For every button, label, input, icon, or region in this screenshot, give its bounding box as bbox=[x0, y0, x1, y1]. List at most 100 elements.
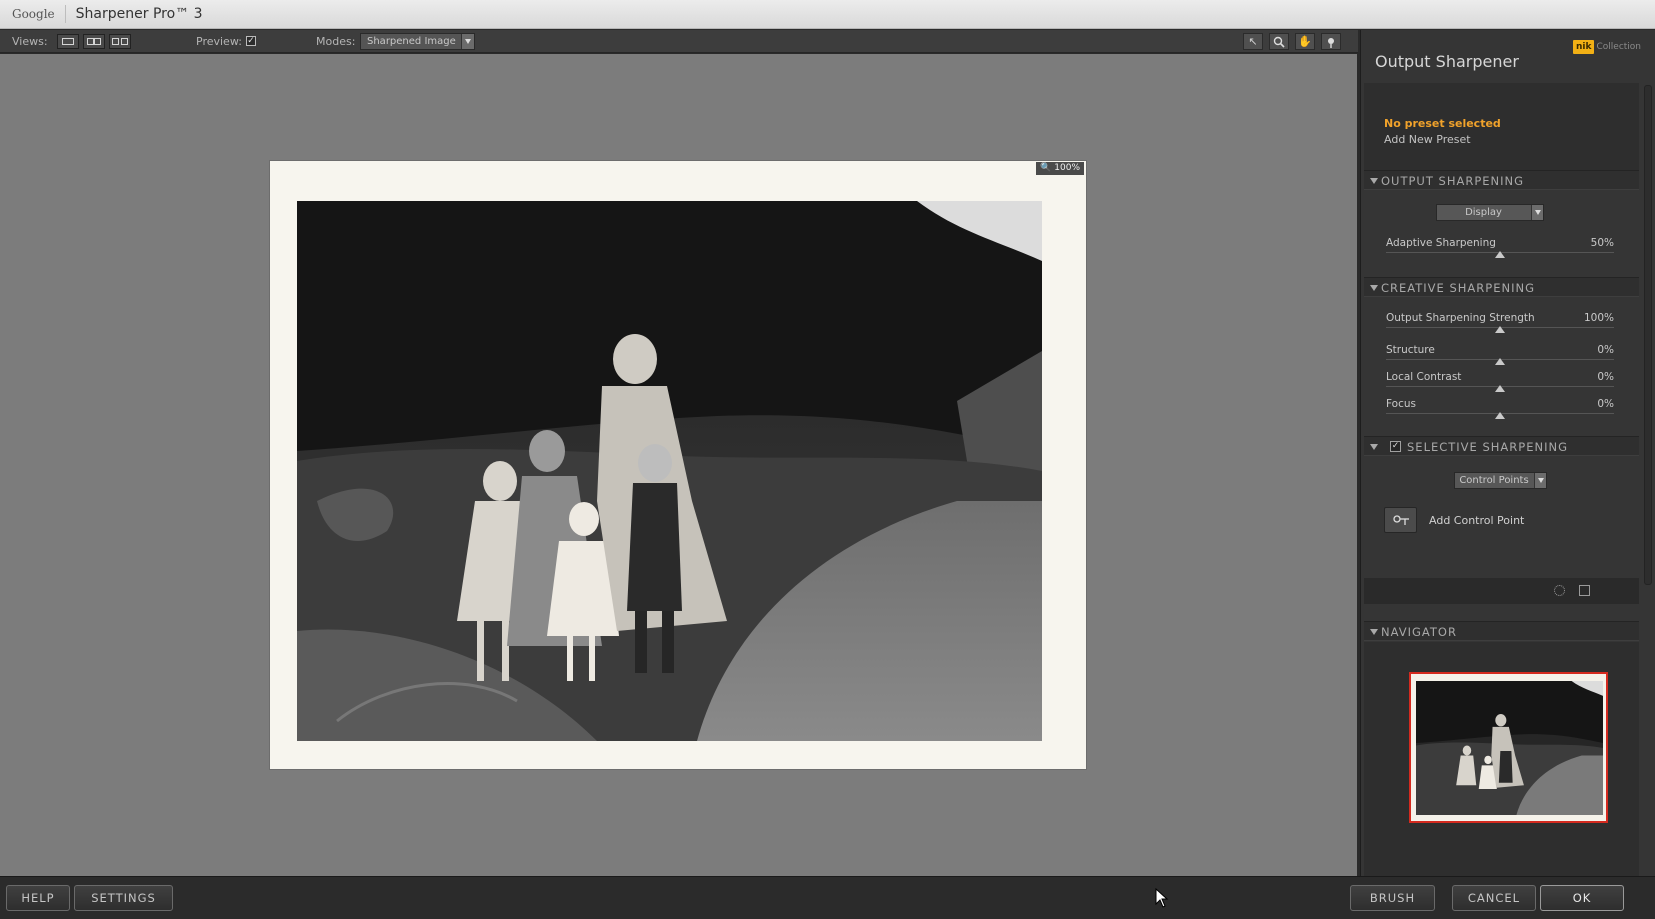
slider-thumb[interactable] bbox=[1495, 358, 1505, 365]
output-sharpener-panel: nik Collection Output Sharpener No prese… bbox=[1360, 30, 1655, 876]
slider-value: 0% bbox=[1597, 344, 1614, 356]
slider-label: Output Sharpening Strength bbox=[1386, 312, 1535, 324]
views-label: Views: bbox=[12, 35, 48, 48]
local-contrast-slider[interactable]: Local Contrast 0% bbox=[1386, 371, 1614, 395]
preview-checkbox[interactable]: ✓ bbox=[246, 36, 256, 46]
single-view-button[interactable] bbox=[57, 34, 79, 49]
collapse-triangle-icon bbox=[1370, 444, 1378, 450]
zoom-badge: 🔍 100% bbox=[1036, 162, 1084, 175]
hand-tool-button[interactable]: ✋ bbox=[1295, 33, 1315, 50]
adaptive-sharpening-slider[interactable]: Adaptive Sharpening 50% bbox=[1386, 237, 1614, 261]
slider-label: Structure bbox=[1386, 344, 1435, 356]
chevron-down-icon bbox=[461, 34, 474, 49]
side-by-side-view-button[interactable] bbox=[109, 34, 131, 49]
focus-slider[interactable]: Focus 0% bbox=[1386, 398, 1614, 422]
selective-sharpening-checkbox[interactable]: ✓ bbox=[1390, 441, 1401, 452]
zoom-tool-button[interactable] bbox=[1269, 33, 1289, 50]
selection-icon[interactable] bbox=[1554, 585, 1565, 596]
output-sharpening-header[interactable]: OUTPUT SHARPENING bbox=[1364, 170, 1639, 190]
collapse-triangle-icon bbox=[1370, 285, 1378, 291]
photo-image bbox=[297, 201, 1042, 741]
brush-button[interactable]: BRUSH bbox=[1350, 885, 1435, 911]
control-point-icon bbox=[1328, 38, 1334, 48]
family-photo-image bbox=[297, 201, 1042, 741]
modes-value: Sharpened Image bbox=[367, 36, 456, 47]
navigator-header[interactable]: NAVIGATOR bbox=[1364, 621, 1639, 641]
output-sharpening-strength-slider[interactable]: Output Sharpening Strength 100% bbox=[1386, 312, 1614, 336]
slider-thumb[interactable] bbox=[1495, 385, 1505, 392]
toolbar: Views: Preview: ✓ Modes: Sharpened Image… bbox=[0, 30, 1358, 53]
collapse-triangle-icon bbox=[1370, 178, 1378, 184]
creative-sharpening-header[interactable]: CREATIVE SHARPENING bbox=[1364, 277, 1639, 297]
creative-sharpening-title: CREATIVE SHARPENING bbox=[1381, 281, 1535, 295]
reset-square-icon[interactable] bbox=[1579, 585, 1590, 596]
preview-label: Preview: bbox=[196, 35, 242, 48]
single-view-icon bbox=[62, 38, 74, 45]
zoom-icon: 🔍 bbox=[1040, 163, 1052, 173]
slider-thumb[interactable] bbox=[1495, 326, 1505, 333]
nik-collection-logo: nik Collection bbox=[1573, 37, 1641, 56]
split-right-icon bbox=[94, 38, 101, 45]
preset-area: No preset selected Add New Preset bbox=[1364, 83, 1639, 173]
creative-sharpening-section: Output Sharpening Strength 100% Structur… bbox=[1364, 298, 1639, 437]
modes-dropdown[interactable]: Sharpened Image bbox=[360, 33, 475, 50]
chevron-down-icon bbox=[1531, 205, 1543, 220]
navigator-section bbox=[1364, 642, 1639, 876]
slider-value: 100% bbox=[1583, 312, 1614, 324]
structure-slider[interactable]: Structure 0% bbox=[1386, 344, 1614, 368]
nik-logo-text: Collection bbox=[1596, 41, 1642, 52]
split-left-icon bbox=[87, 38, 94, 45]
app-title: Sharpener Pro™ 3 bbox=[75, 6, 203, 22]
navigator-thumbnail-image bbox=[1416, 681, 1603, 815]
add-new-preset-link[interactable]: Add New Preset bbox=[1384, 133, 1471, 146]
side-right-icon bbox=[121, 38, 128, 45]
mouse-cursor-icon bbox=[1155, 888, 1169, 908]
zoom-icon bbox=[1273, 36, 1285, 48]
image-canvas[interactable]: 🔍 100% bbox=[0, 54, 1357, 876]
ok-button[interactable]: OK bbox=[1540, 885, 1624, 911]
slider-thumb[interactable] bbox=[1495, 251, 1505, 258]
control-point-icon bbox=[1392, 515, 1409, 525]
modes-label: Modes: bbox=[316, 35, 356, 48]
pointer-tool-button[interactable]: ↖ bbox=[1243, 33, 1263, 50]
add-control-point-button[interactable] bbox=[1384, 507, 1417, 533]
output-type-value: Display bbox=[1465, 207, 1502, 218]
output-sharpening-title: OUTPUT SHARPENING bbox=[1381, 174, 1525, 188]
split-view-button[interactable] bbox=[83, 34, 105, 49]
selective-sharpening-header[interactable]: ✓ SELECTIVE SHARPENING bbox=[1364, 436, 1639, 456]
control-point-list bbox=[1364, 578, 1639, 604]
nik-logo-mark: nik bbox=[1573, 39, 1595, 54]
title-bar: Google Sharpener Pro™ 3 bbox=[0, 0, 1655, 29]
pointer-icon: ↖ bbox=[1248, 35, 1258, 48]
navigator-thumbnail bbox=[1416, 681, 1603, 815]
selective-mode-dropdown[interactable]: Control Points bbox=[1454, 472, 1547, 489]
slider-value: 0% bbox=[1597, 371, 1614, 383]
panel-scrollbar[interactable] bbox=[1644, 85, 1652, 585]
help-button[interactable]: HELP bbox=[6, 885, 70, 911]
panel-title: Output Sharpener bbox=[1375, 52, 1519, 71]
output-sharpening-section: Display Adaptive Sharpening 50% bbox=[1364, 191, 1639, 278]
settings-button[interactable]: SETTINGS bbox=[74, 885, 173, 911]
navigator-title: NAVIGATOR bbox=[1381, 625, 1457, 639]
slider-label: Local Contrast bbox=[1386, 371, 1462, 383]
selective-sharpening-title: SELECTIVE SHARPENING bbox=[1407, 440, 1568, 454]
hand-icon: ✋ bbox=[1298, 35, 1312, 48]
selective-sharpening-section: Control Points Add Control Point bbox=[1364, 457, 1639, 578]
zoom-level: 100% bbox=[1054, 163, 1080, 173]
navigator-preview[interactable] bbox=[1409, 672, 1608, 823]
side-left-icon bbox=[112, 38, 119, 45]
preset-status: No preset selected bbox=[1384, 117, 1501, 130]
output-type-dropdown[interactable]: Display bbox=[1436, 204, 1544, 221]
add-control-point-label[interactable]: Add Control Point bbox=[1429, 514, 1524, 527]
photo-print: 🔍 100% bbox=[270, 161, 1086, 769]
collapse-triangle-icon bbox=[1370, 629, 1378, 635]
slider-value: 0% bbox=[1597, 398, 1614, 410]
slider-thumb[interactable] bbox=[1495, 412, 1505, 419]
chevron-down-icon bbox=[1534, 473, 1546, 488]
slider-label: Focus bbox=[1386, 398, 1416, 410]
bottom-bar: HELP SETTINGS BRUSH CANCEL OK bbox=[0, 876, 1655, 919]
slider-value: 50% bbox=[1590, 237, 1614, 249]
cancel-button[interactable]: CANCEL bbox=[1452, 885, 1536, 911]
slider-label: Adaptive Sharpening bbox=[1386, 237, 1496, 249]
control-point-tool-button[interactable] bbox=[1321, 33, 1341, 50]
